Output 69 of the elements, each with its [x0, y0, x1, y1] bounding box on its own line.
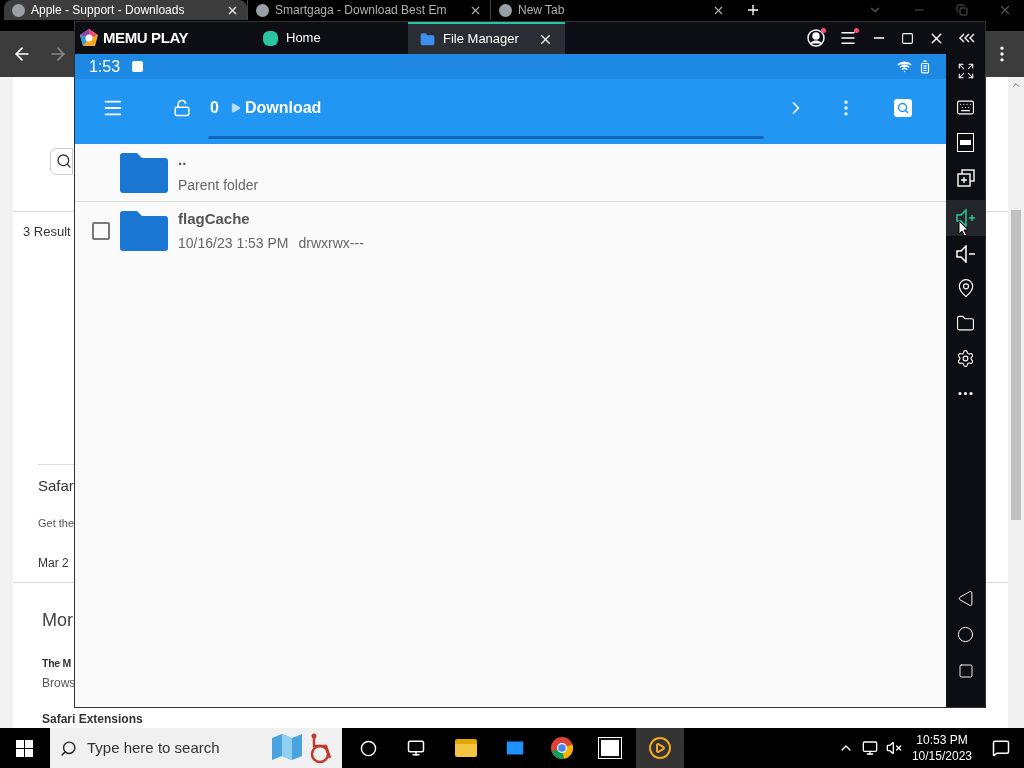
settings-icon[interactable]	[956, 349, 975, 368]
menu-icon[interactable]	[839, 29, 857, 47]
user-icon[interactable]	[807, 29, 825, 47]
section-heading: Mor	[42, 609, 73, 633]
clock-date: 10/15/2023	[911, 748, 972, 764]
folder-icon[interactable]	[956, 314, 975, 333]
scroll-up-icon[interactable]	[1011, 80, 1021, 90]
results-count: 3 Result	[23, 222, 71, 241]
volume-muted-icon[interactable]	[885, 740, 902, 756]
search-icon	[60, 739, 77, 757]
folder-icon	[420, 31, 435, 47]
cursor-icon	[958, 220, 969, 237]
item-date: Mar 2	[38, 554, 69, 572]
back-icon[interactable]	[957, 590, 974, 607]
link-description: Brows	[42, 675, 76, 692]
file-row[interactable]: .. Parent folder	[75, 144, 946, 202]
file-detail: Parent folder	[178, 175, 259, 195]
volume-up-icon[interactable]	[955, 209, 976, 227]
add-window-icon[interactable]	[956, 169, 975, 187]
app-logo: MEMU PLAY	[103, 27, 189, 48]
site-icon	[12, 3, 25, 17]
emulator-taskbar-icon[interactable]	[648, 736, 672, 760]
task-view-icon[interactable]	[407, 739, 425, 757]
app-icon	[263, 30, 278, 46]
chrome-icon[interactable]	[550, 736, 574, 760]
start-icon[interactable]	[16, 739, 33, 757]
search-field[interactable]	[50, 147, 73, 176]
search-highlight-icon	[270, 732, 334, 764]
file-permissions: drwxrwx---	[298, 234, 364, 254]
network-icon[interactable]	[861, 740, 878, 756]
emulator-tab[interactable]: Home	[251, 22, 408, 54]
file-date: 10/16/23 1:53 PM	[178, 234, 289, 254]
new-tab-icon[interactable]	[745, 2, 761, 18]
browser-tab[interactable]: New Tab	[490, 0, 733, 20]
breadcrumb-icon	[230, 102, 241, 113]
clock-time: 10:53 PM	[916, 732, 968, 748]
file-row[interactable]: flagCache 10/16/23 1:53 PM drwxrwx---	[75, 202, 946, 260]
collapse-icon[interactable]	[959, 33, 975, 43]
item-description: Get the	[38, 516, 75, 532]
browser-tab[interactable]: Apple - Support - Downloads	[4, 0, 247, 20]
recents-icon[interactable]	[957, 663, 974, 679]
link-title[interactable]: The M	[42, 656, 72, 672]
keyboard-icon[interactable]	[956, 98, 975, 117]
file-name: ..	[178, 150, 188, 171]
folder-icon	[118, 151, 170, 194]
battery-icon	[918, 59, 932, 74]
unlocked-icon[interactable]	[173, 98, 191, 117]
maximize-icon[interactable]	[901, 31, 914, 45]
folder-icon	[118, 210, 170, 252]
clock: 1:53	[89, 56, 121, 77]
notifications-icon[interactable]	[992, 739, 1010, 757]
logo-icon	[79, 28, 99, 48]
fullscreen-icon[interactable]	[956, 62, 975, 80]
scroll-thumb[interactable]	[1011, 210, 1021, 520]
search-field[interactable]: Type here to search	[50, 728, 342, 768]
home-icon[interactable]	[957, 626, 974, 643]
link-title[interactable]: Safari Extensions	[42, 710, 143, 728]
search-icon[interactable]	[894, 98, 912, 117]
browser-tab[interactable]: Smartgaga - Download Best Em	[247, 0, 490, 20]
wifi-icon	[897, 59, 912, 74]
site-icon	[499, 3, 512, 17]
item-count: 0	[210, 97, 219, 118]
site-icon	[256, 3, 269, 17]
search-icon	[56, 153, 72, 170]
volume-down-icon[interactable]	[955, 245, 976, 263]
file-name: flagCache	[178, 208, 251, 229]
emulator-tab[interactable]: File Manager	[408, 22, 565, 54]
checkbox[interactable]	[91, 222, 110, 240]
cortana-icon[interactable]	[360, 739, 377, 757]
